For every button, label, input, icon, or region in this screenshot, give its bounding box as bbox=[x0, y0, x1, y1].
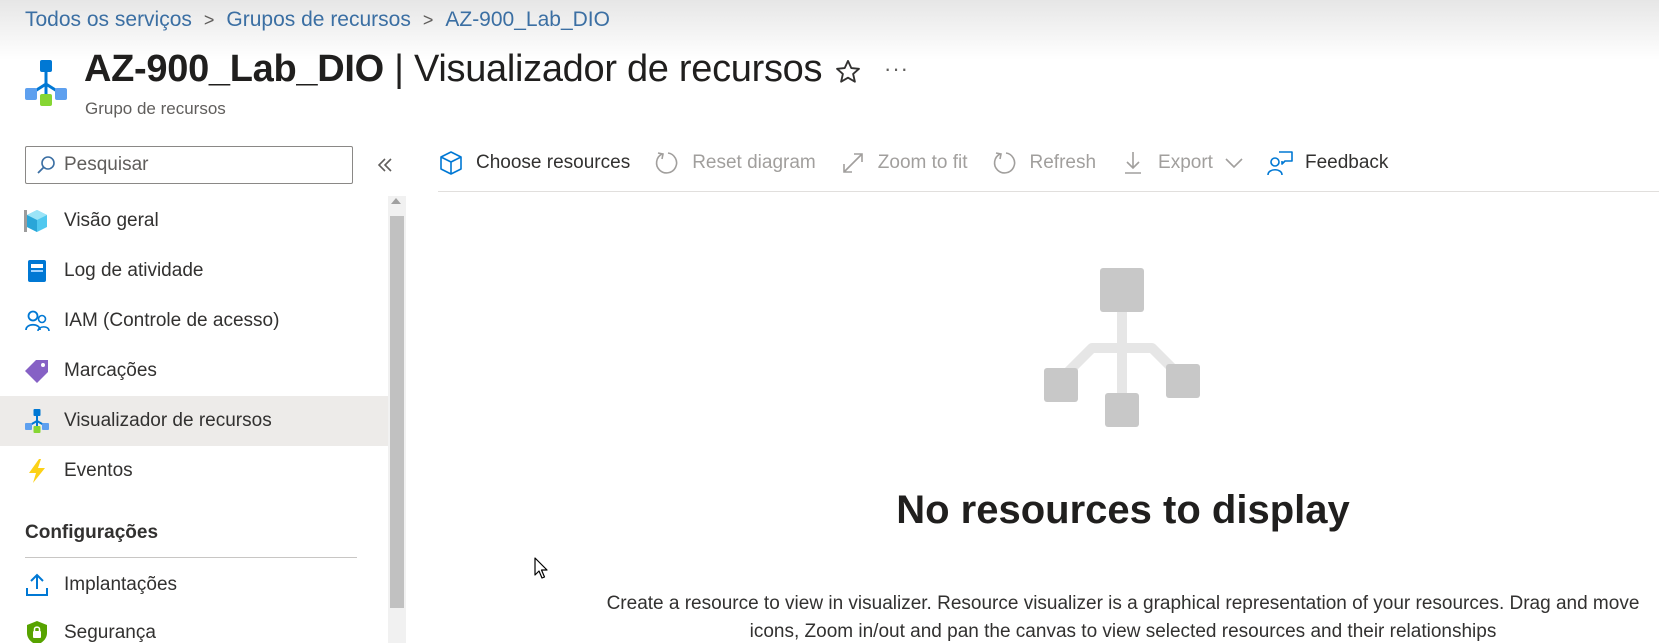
reset-diagram-button[interactable]: Reset diagram bbox=[654, 150, 816, 176]
collapse-sidebar-icon[interactable] bbox=[375, 152, 395, 178]
page-title-blade: | Visualizador de recursos bbox=[383, 48, 823, 90]
scroll-up-arrow-icon[interactable] bbox=[391, 198, 401, 204]
sidebar-item-label: Visão geral bbox=[64, 210, 159, 231]
sidebar-item-deployments[interactable]: Implantações bbox=[0, 560, 388, 610]
overview-cube-icon bbox=[24, 210, 47, 232]
reset-diagram-label: Reset diagram bbox=[692, 152, 816, 173]
breadcrumb: Todos os serviços > Grupos de recursos >… bbox=[25, 8, 610, 32]
sidebar-item-label: Segurança bbox=[64, 622, 156, 643]
search-input[interactable]: Pesquisar bbox=[25, 146, 353, 184]
empty-state-description: Create a resource to view in visualizer.… bbox=[606, 593, 1640, 642]
people-icon bbox=[25, 310, 50, 332]
lightning-icon bbox=[29, 459, 45, 483]
export-label: Export bbox=[1158, 152, 1213, 173]
search-placeholder: Pesquisar bbox=[64, 154, 149, 175]
toolbar-divider bbox=[438, 191, 1659, 192]
upload-icon bbox=[26, 573, 48, 596]
command-bar: Choose resources Reset diagram Zoom to f… bbox=[438, 140, 1412, 186]
sidebar-item-label: Marcações bbox=[64, 360, 157, 381]
feedback-person-icon bbox=[1267, 151, 1293, 176]
activity-log-icon bbox=[28, 260, 46, 282]
breadcrumb-all-services[interactable]: Todos os serviços bbox=[25, 8, 192, 32]
refresh-icon bbox=[993, 152, 1015, 174]
sidebar-item-activity-log[interactable]: Log de atividade bbox=[0, 246, 388, 296]
breadcrumb-separator: > bbox=[422, 9, 434, 30]
page-subtitle: Grupo de recursos bbox=[85, 99, 226, 118]
section-divider bbox=[25, 557, 357, 558]
empty-state-title: No resources to display bbox=[896, 488, 1350, 532]
favorite-star-icon[interactable] bbox=[834, 58, 862, 86]
zoom-to-fit-button[interactable]: Zoom to fit bbox=[840, 150, 968, 176]
sidebar-item-iam[interactable]: IAM (Controle de acesso) bbox=[0, 296, 388, 346]
refresh-label: Refresh bbox=[1029, 152, 1097, 173]
feedback-label: Feedback bbox=[1304, 152, 1389, 173]
resource-visualizer-icon bbox=[25, 409, 49, 433]
export-button[interactable]: Export bbox=[1120, 150, 1243, 176]
more-options-button[interactable]: ··· bbox=[884, 56, 909, 82]
resource-visualizer-icon bbox=[25, 60, 67, 106]
cube-icon bbox=[440, 151, 462, 175]
sidebar-item-security[interactable]: Segurança bbox=[0, 608, 388, 643]
sidebar-item-tags[interactable]: Marcações bbox=[0, 346, 388, 396]
choose-resources-button[interactable]: Choose resources bbox=[438, 150, 630, 176]
scrollbar-thumb[interactable] bbox=[390, 216, 404, 608]
empty-diagram-icon bbox=[1044, 268, 1200, 427]
shield-icon bbox=[27, 621, 47, 643]
download-icon bbox=[1125, 152, 1142, 174]
sidebar-item-events[interactable]: Eventos bbox=[0, 446, 388, 496]
sidebar-scrollbar[interactable] bbox=[388, 196, 406, 643]
page-title: AZ-900_Lab_DIO | Visualizador de recurso… bbox=[84, 48, 823, 91]
page-title-resource-group: AZ-900_Lab_DIO bbox=[84, 48, 384, 90]
sidebar-item-label: IAM (Controle de acesso) bbox=[64, 310, 280, 331]
sidebar-nav: Visão geral Log de atividade IAM (Contro… bbox=[0, 196, 388, 643]
reset-icon bbox=[655, 152, 678, 174]
section-header-settings: Configurações bbox=[25, 522, 159, 543]
sidebar-item-label: Implantações bbox=[64, 574, 178, 595]
tag-icon bbox=[25, 360, 48, 383]
mouse-cursor-icon bbox=[534, 557, 548, 579]
breadcrumb-separator: > bbox=[203, 9, 215, 30]
sidebar-item-label: Visualizador de recursos bbox=[64, 410, 272, 431]
sidebar-item-label: Eventos bbox=[64, 460, 133, 481]
breadcrumb-resource-groups[interactable]: Grupos de recursos bbox=[226, 8, 410, 32]
chevron-down-icon bbox=[1225, 158, 1243, 169]
search-icon bbox=[37, 156, 55, 174]
feedback-button[interactable]: Feedback bbox=[1267, 150, 1388, 176]
sidebar-item-overview[interactable]: Visão geral bbox=[0, 196, 388, 246]
expand-diagonal-icon bbox=[842, 153, 863, 173]
breadcrumb-current-group[interactable]: AZ-900_Lab_DIO bbox=[445, 8, 610, 32]
choose-resources-label: Choose resources bbox=[476, 152, 631, 173]
zoom-to-fit-label: Zoom to fit bbox=[877, 152, 968, 173]
sidebar-item-resource-visualizer[interactable]: Visualizador de recursos bbox=[0, 396, 388, 446]
sidebar-item-label: Log de atividade bbox=[64, 260, 204, 281]
refresh-button[interactable]: Refresh bbox=[992, 150, 1097, 176]
